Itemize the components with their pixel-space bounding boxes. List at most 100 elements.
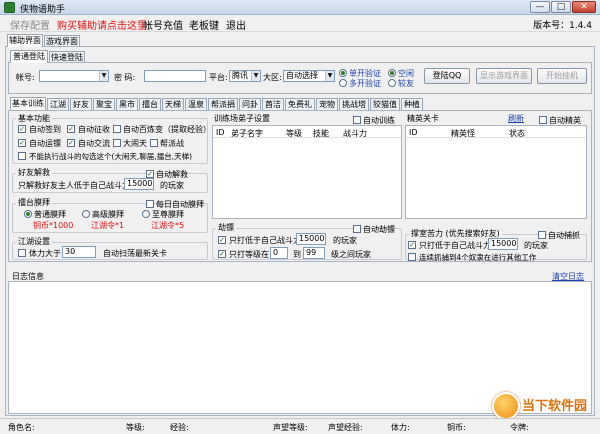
checkbox-auto-train[interactable]: [353, 116, 361, 124]
escort-level-from[interactable]: 0: [270, 247, 288, 259]
arena-group-title: 擂台膜拜: [16, 197, 52, 208]
rescue-power-input[interactable]: 15000: [124, 178, 154, 190]
checkbox-catch-fail[interactable]: [408, 253, 416, 261]
basic-item-signin: 自动签到: [29, 125, 61, 134]
account-select[interactable]: ▼: [39, 70, 109, 82]
menu-exit[interactable]: 退出: [226, 17, 246, 32]
status-exp: 经验:: [170, 423, 189, 432]
basic-item-collect: 自动征收: [78, 125, 110, 134]
func-tab-15[interactable]: 种植: [401, 98, 423, 110]
checkbox-daily-worship[interactable]: [146, 200, 154, 208]
escort-level-to-label: 到: [293, 250, 301, 259]
maximize-button[interactable]: □: [551, 1, 571, 13]
checkbox-refine[interactable]: [113, 125, 121, 133]
func-tab-8[interactable]: 帮派捐献: [208, 98, 238, 120]
func-tab-3[interactable]: 聚宝: [93, 98, 115, 110]
tab-aux[interactable]: 辅助界面: [7, 34, 43, 47]
stamina-input[interactable]: 30: [62, 246, 96, 258]
escort-level-label: 只打等级在: [229, 250, 269, 259]
menu-buy[interactable]: 购买辅助请点击这里: [57, 17, 147, 32]
advanced-worship-cost: 江湖令*1: [91, 221, 125, 230]
zone-label: 大区:: [263, 73, 282, 82]
checkbox-escort-power[interactable]: ✓: [218, 236, 226, 244]
friend-group-title: 好友解救: [16, 167, 52, 178]
escort-level-suffix: 级之间玩家: [331, 250, 371, 259]
login-qq-button[interactable]: 登陆QQ: [424, 68, 470, 84]
catch-power-input[interactable]: 15000: [488, 238, 518, 250]
title-bar: 侠物语助手 — □ ✕: [0, 0, 600, 15]
func-tab-5[interactable]: 擂台: [139, 98, 161, 110]
checkbox-guild-war[interactable]: [150, 139, 158, 147]
func-tab-10[interactable]: 酋洁: [262, 98, 284, 110]
escort-power-input[interactable]: 15000: [296, 233, 326, 245]
checkbox-auto-elite[interactable]: [539, 116, 547, 124]
escort-group-title: 劫镖: [216, 222, 236, 233]
elite-header: ID 精英怪 状态: [406, 126, 586, 138]
multi-verify-radio[interactable]: [339, 79, 347, 87]
checkbox-signin[interactable]: ✓: [18, 125, 26, 133]
checkbox-escort[interactable]: ✓: [18, 139, 26, 147]
escort-level-to[interactable]: 99: [303, 247, 325, 259]
supreme-worship-label: 至尊膜拜: [152, 210, 184, 219]
func-tab-4[interactable]: 黑市: [116, 98, 138, 110]
friend-radio[interactable]: [388, 79, 396, 87]
train-col-power: 战斗力: [343, 129, 367, 138]
zone-select[interactable]: 自动选择 ▼: [283, 70, 335, 82]
func-tab-13[interactable]: 挑战塔: [339, 98, 369, 110]
normal-worship-label: 普通膜拜: [34, 210, 66, 219]
menu-boss-key[interactable]: 老板键: [189, 17, 219, 32]
checkbox-collect[interactable]: ✓: [67, 125, 75, 133]
checkbox-havoc[interactable]: [113, 139, 121, 147]
password-field[interactable]: [144, 70, 206, 82]
func-tab-14[interactable]: 狡猫值: [370, 98, 400, 110]
escort-power-label: 只打低于自己战斗力: [229, 236, 301, 245]
minimize-button[interactable]: —: [530, 1, 550, 13]
normal-worship-radio[interactable]: [24, 210, 32, 218]
elite-refresh-link[interactable]: 刷新: [508, 113, 524, 124]
auto-rescue-label: 自动解救: [156, 170, 188, 179]
train-title: 训练场弟子设置: [214, 114, 270, 123]
status-fame-exp: 声望经验:: [328, 423, 363, 432]
start-afk-button[interactable]: 开始挂机: [537, 68, 587, 84]
window-title: 侠物语助手: [20, 5, 66, 15]
version-label: 版本号：1.4.4: [533, 21, 592, 31]
idle-radio[interactable]: [388, 69, 396, 77]
func-tab-1[interactable]: 江湖: [47, 98, 69, 110]
platform-label: 平台:: [209, 73, 228, 82]
app-icon: [4, 2, 15, 13]
advanced-worship-radio[interactable]: [82, 210, 90, 218]
func-tab-11[interactable]: 免费礼物: [285, 98, 315, 120]
checkbox-exchange[interactable]: ✓: [67, 139, 75, 147]
single-verify-radio[interactable]: [339, 69, 347, 77]
menu-save-config[interactable]: 保存配置: [10, 17, 50, 32]
func-tab-9[interactable]: 问卦: [239, 98, 261, 110]
friend-label: 较友: [398, 79, 414, 88]
checkbox-escort-level[interactable]: ✓: [218, 250, 226, 258]
supreme-worship-radio[interactable]: [142, 210, 150, 218]
train-col-name: 弟子名字: [231, 129, 263, 138]
basic-item-guild-war: 帮派战: [160, 139, 184, 148]
menu-recharge[interactable]: 帐号充值: [143, 17, 183, 32]
multi-verify-label: 多开验证: [349, 79, 381, 88]
zone-value: 自动选择: [286, 71, 318, 80]
func-tab-12[interactable]: 宠物: [316, 98, 338, 110]
elite-col-monster: 精英怪: [451, 129, 475, 138]
func-tab-7[interactable]: 温泉: [185, 98, 207, 110]
no-battle-hint: 不能执行战斗的勾选这个(大闹天,聊届,擂台,天梯): [29, 152, 193, 161]
checkbox-auto-rescue[interactable]: ✓: [146, 170, 154, 178]
platform-value: 腾讯: [232, 71, 248, 80]
menu-bar: 保存配置 购买辅助请点击这里 帐号充值 老板键 退出 版本号：1.4.4: [0, 15, 600, 32]
show-game-button[interactable]: 显示游戏界面: [476, 68, 532, 84]
watermark-logo-icon: [492, 392, 520, 420]
func-tab-2[interactable]: 好友: [70, 98, 92, 110]
func-tab-0[interactable]: 基本训练: [10, 97, 46, 110]
checkbox-auto-catch[interactable]: [538, 231, 546, 239]
checkbox-stamina[interactable]: [18, 249, 26, 257]
close-button[interactable]: ✕: [572, 1, 596, 13]
checkbox-no-battle[interactable]: [18, 152, 26, 160]
func-tab-6[interactable]: 天梯: [162, 98, 184, 110]
platform-select[interactable]: 腾讯 ▼: [229, 70, 261, 82]
tab-normal-login[interactable]: 普通登陆: [10, 50, 48, 63]
checkbox-catch-power[interactable]: ✓: [408, 241, 416, 249]
checkbox-auto-escort[interactable]: [353, 225, 361, 233]
